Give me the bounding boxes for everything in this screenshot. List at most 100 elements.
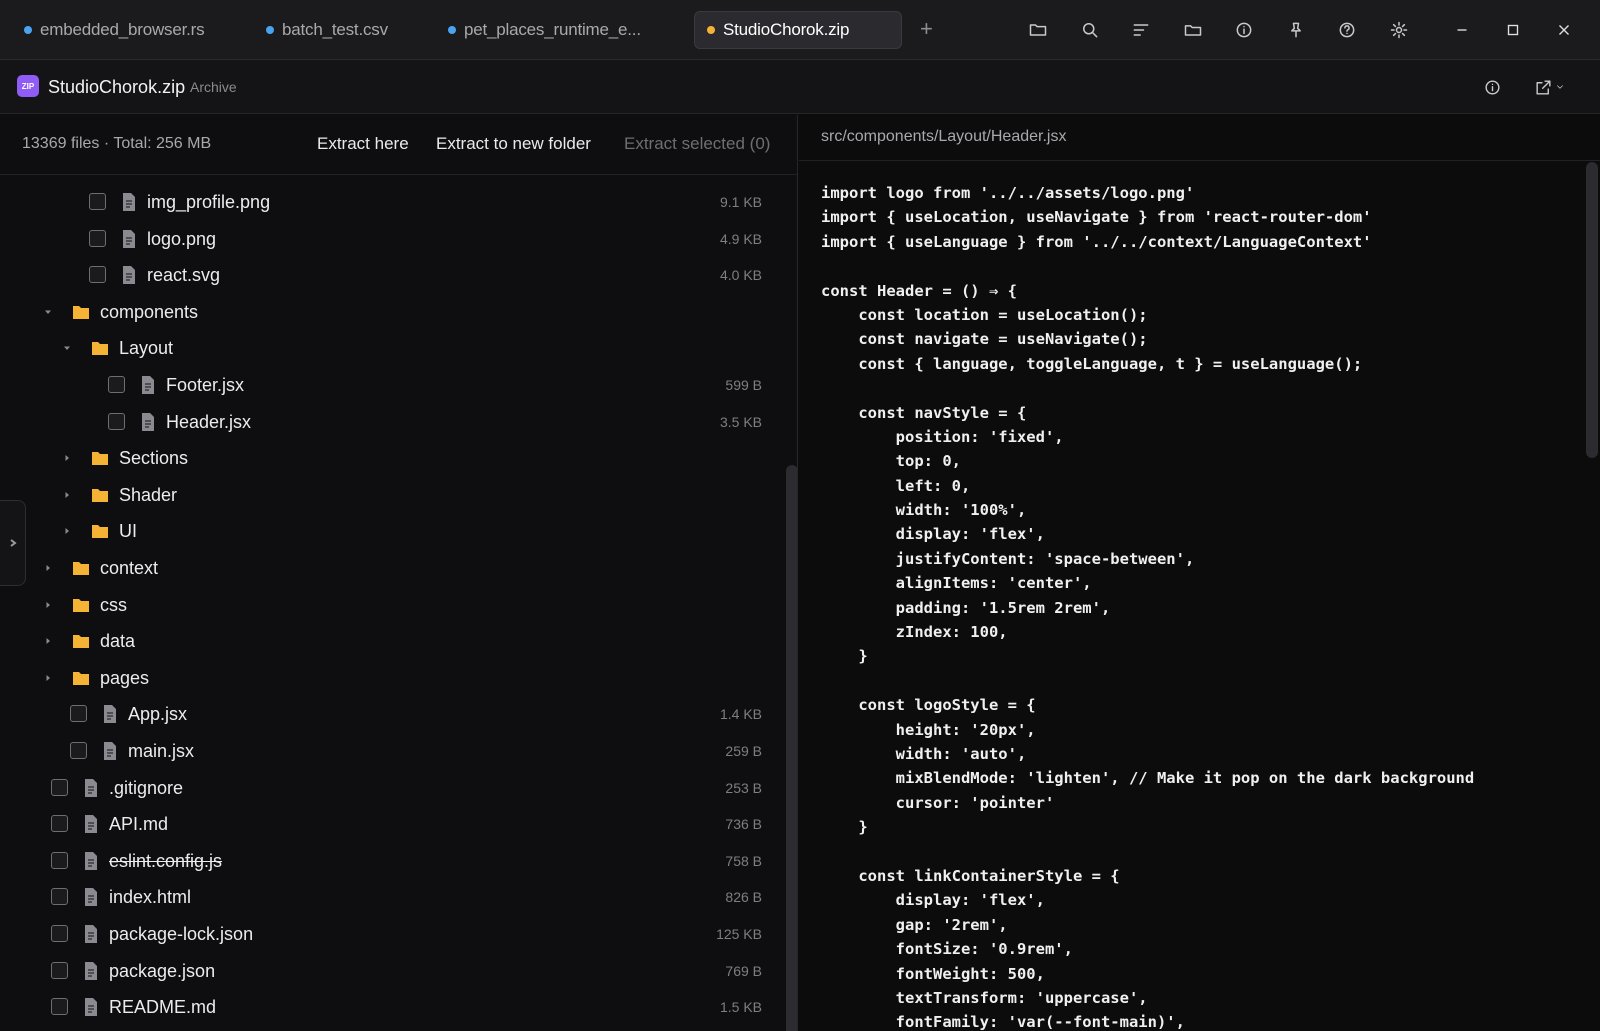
search-icon[interactable] — [1078, 18, 1102, 42]
sidebar-expand-handle[interactable] — [0, 500, 26, 586]
select-checkbox[interactable] — [51, 925, 68, 942]
pin-icon[interactable] — [1284, 18, 1308, 42]
tree-file-row[interactable]: README.md 1.5 KB — [0, 989, 780, 1025]
select-checkbox[interactable] — [51, 778, 68, 796]
chevron-down-icon[interactable] — [42, 305, 54, 317]
tree-folder-row[interactable]: components — [0, 294, 780, 330]
code-line: const { language, toggleLanguage, t } = … — [821, 354, 1363, 373]
select-checkbox[interactable] — [108, 376, 125, 393]
tree-file-row[interactable]: main.jsx 259 B — [0, 733, 780, 769]
code-line: justifyContent: 'space-between', — [821, 549, 1195, 568]
info-icon[interactable] — [1483, 76, 1502, 98]
chevron-right-icon — [9, 539, 17, 547]
tree-folder-row[interactable]: Shader — [0, 477, 780, 513]
tree-file-row[interactable]: App.jsx 1.4 KB — [0, 696, 780, 732]
tree-scrollbar[interactable] — [786, 465, 797, 1031]
tree-item-name: README.md — [109, 997, 217, 1018]
archive-name: StudioChorok.zip — [48, 77, 186, 97]
select-checkbox[interactable] — [89, 229, 106, 247]
tab-pet-places[interactable]: pet_places_runtime_e... — [448, 11, 641, 49]
select-checkbox[interactable] — [51, 961, 68, 979]
file-size: 259 B — [725, 743, 762, 759]
settings-icon[interactable] — [1387, 18, 1411, 42]
tree-folder-row[interactable]: Sections — [0, 440, 780, 476]
file-size: 253 B — [725, 779, 762, 796]
code-scrollbar[interactable] — [1586, 162, 1598, 458]
tree-folder-row[interactable]: data — [0, 623, 780, 659]
code-line: import logo from '../../assets/logo.png' — [821, 184, 1195, 202]
tree-folder-row[interactable]: Layout — [0, 330, 780, 366]
tab-batch-test[interactable]: batch_test.csv — [266, 11, 388, 49]
new-tab-button[interactable]: + — [920, 18, 933, 40]
chevron-right-icon[interactable] — [61, 524, 73, 536]
tree-file-row[interactable]: eslint.config.js 758 B — [0, 843, 780, 879]
tree-item-name: css — [100, 594, 127, 615]
select-checkbox[interactable] — [70, 705, 87, 723]
select-checkbox[interactable] — [51, 888, 68, 906]
code-line: display: 'flex', — [821, 525, 1045, 544]
chevron-right-icon[interactable] — [61, 488, 73, 500]
tree-file-row[interactable]: .gitignore 253 B — [0, 770, 780, 806]
select-checkbox[interactable] — [51, 815, 68, 833]
tree-file-row[interactable]: Header.jsx 3.5 KB — [0, 404, 780, 440]
info-icon[interactable] — [1232, 18, 1256, 42]
open-external-icon[interactable] — [1534, 76, 1565, 98]
chevron-right-icon[interactable] — [42, 671, 54, 683]
file-size: 1.4 KB — [719, 706, 762, 723]
select-checkbox[interactable] — [70, 742, 87, 759]
tree-item-name: Header.jsx — [166, 411, 252, 432]
code-line: alignItems: 'center', — [821, 574, 1092, 593]
code-view[interactable]: import logo from '../../assets/logo.png'… — [821, 181, 1474, 1031]
tree-file-row[interactable]: index.html 826 B — [0, 879, 780, 915]
tree-file-row[interactable]: package.json 769 B — [0, 953, 780, 989]
tree-file-row[interactable]: logo.png 4.9 KB — [0, 221, 780, 257]
tree-file-row[interactable]: react.svg 4.0 KB — [0, 257, 780, 293]
extract-to-new-folder-button[interactable]: Extract to new folder — [436, 134, 591, 154]
tree-item-name: Footer.jsx — [166, 375, 245, 395]
tree-file-row[interactable]: Footer.jsx 599 B — [0, 367, 780, 403]
file-icon — [82, 814, 100, 834]
tree-file-row[interactable]: img_profile.png 9.1 KB — [0, 184, 780, 220]
tab-studiochorok-zip[interactable]: StudioChorok.zip — [694, 11, 902, 49]
select-checkbox[interactable] — [51, 851, 68, 869]
tab-embedded-browser[interactable]: embedded_browser.rs — [24, 11, 205, 49]
folder-open-icon[interactable] — [1026, 18, 1050, 42]
tree-item-name: img_profile.png — [147, 192, 271, 212]
extract-toolbar: 13369 files · Total: 256 MB Extract here… — [0, 115, 797, 175]
code-line: const location = useLocation(); — [821, 305, 1148, 324]
chevron-right-icon[interactable] — [61, 451, 73, 463]
file-icon — [82, 887, 100, 907]
chevron-right-icon[interactable] — [42, 598, 54, 610]
select-checkbox[interactable] — [89, 266, 106, 284]
tab-label: embedded_browser.rs — [40, 20, 205, 39]
close-icon[interactable] — [1552, 18, 1576, 42]
code-line: const Header = () ⇒ { — [821, 281, 1017, 300]
tree-item-name: main.jsx — [128, 741, 195, 761]
code-line: padding: '1.5rem 2rem', — [821, 598, 1111, 617]
select-checkbox[interactable] — [51, 998, 68, 1016]
file-size: 3.5 KB — [719, 413, 762, 430]
tree-folder-row[interactable]: UI — [0, 513, 780, 549]
unsaved-dot-icon — [24, 26, 32, 34]
tree-item-name: context — [100, 558, 159, 578]
file-icon — [82, 961, 100, 981]
minimize-icon[interactable] — [1450, 18, 1474, 42]
sort-icon[interactable] — [1129, 18, 1153, 42]
extract-here-button[interactable]: Extract here — [317, 134, 409, 154]
tree-folder-row[interactable]: css — [0, 587, 780, 623]
code-line: const logoStyle = { — [821, 696, 1036, 715]
help-icon[interactable] — [1335, 18, 1359, 42]
chevron-right-icon[interactable] — [42, 561, 54, 573]
folder-icon — [72, 558, 90, 578]
maximize-icon[interactable] — [1501, 18, 1525, 42]
extract-selected-button[interactable]: Extract selected (0) — [624, 134, 770, 154]
chevron-right-icon[interactable] — [42, 634, 54, 646]
select-checkbox[interactable] — [108, 412, 125, 430]
tree-file-row[interactable]: API.md 736 B — [0, 806, 780, 842]
chevron-down-icon[interactable] — [61, 341, 73, 353]
tree-folder-row[interactable]: pages — [0, 660, 780, 696]
tree-folder-row[interactable]: context — [0, 550, 780, 586]
folder-icon[interactable] — [1181, 18, 1205, 42]
select-checkbox[interactable] — [89, 193, 106, 210]
tree-file-row[interactable]: package-lock.json 125 KB — [0, 916, 780, 952]
